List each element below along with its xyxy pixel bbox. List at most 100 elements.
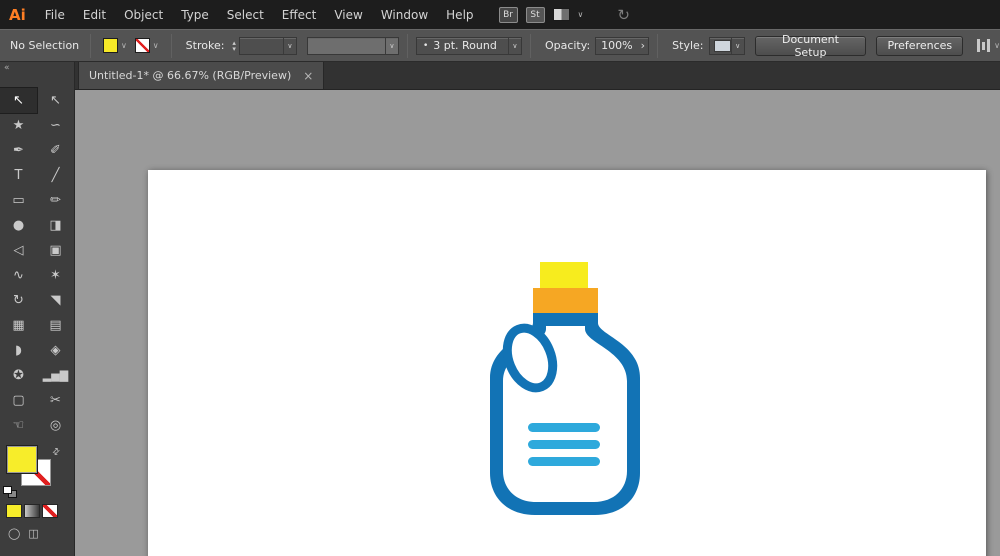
bottle-cap[interactable] xyxy=(533,288,598,313)
menu-edit[interactable]: Edit xyxy=(74,0,115,29)
fill-indicator[interactable] xyxy=(7,446,37,473)
stepper-down-icon[interactable]: ▾ xyxy=(232,45,236,52)
chevron-down-icon[interactable]: ∨ xyxy=(153,41,159,50)
reflect-tool[interactable]: ◁ xyxy=(0,238,37,263)
chevron-down-icon[interactable]: ∨ xyxy=(578,10,584,19)
eyedropper-tool[interactable]: ◗ xyxy=(0,338,37,363)
hand-tool[interactable]: ☜ xyxy=(0,413,37,438)
label-stripe[interactable] xyxy=(528,423,600,432)
align-options-control[interactable]: ∨ xyxy=(977,39,1000,52)
rectangle-tool[interactable]: ▭ xyxy=(0,188,37,213)
eraser-tool[interactable]: ◨ xyxy=(37,213,74,238)
selection-tool[interactable]: ↖ xyxy=(0,87,38,114)
mesh-tool[interactable]: ▦ xyxy=(0,313,37,338)
zoom-tool[interactable]: ◎ xyxy=(37,413,74,438)
artboard[interactable] xyxy=(148,170,986,556)
fill-color-control[interactable]: ∨ xyxy=(102,38,127,53)
opacity-value[interactable]: 100% xyxy=(596,39,637,52)
divider xyxy=(529,33,531,58)
menu-object[interactable]: Object xyxy=(115,0,172,29)
chevron-down-icon[interactable]: ∨ xyxy=(507,37,521,54)
divider xyxy=(89,33,91,58)
stroke-color-swatch[interactable] xyxy=(134,38,150,53)
preferences-button[interactable]: Preferences xyxy=(876,35,964,56)
width-profile-dropdown[interactable]: ∨ xyxy=(306,36,399,55)
document-tab[interactable]: Untitled-1* @ 66.67% (RGB/Preview) × xyxy=(78,62,325,89)
stroke-color-control[interactable]: ∨ xyxy=(134,38,159,53)
chevron-down-icon[interactable]: ∨ xyxy=(994,41,1000,50)
menu-help[interactable]: Help xyxy=(437,0,482,29)
scale-tool[interactable]: ◥ xyxy=(37,288,74,313)
draw-normal-icon[interactable]: ◯ xyxy=(8,527,20,540)
control-bar: No Selection ∨ ∨ Stroke: ▴ ▾ ∨ ∨ • 3 pt.… xyxy=(0,29,1000,62)
artboard-tool[interactable]: ▢ xyxy=(0,388,37,413)
blend-tool[interactable]: ◈ xyxy=(37,338,74,363)
draw-behind-icon[interactable]: ◫ xyxy=(28,527,38,540)
slice-tool[interactable]: ✂ xyxy=(37,388,74,413)
paintbrush-tool[interactable]: ✐ xyxy=(37,138,74,163)
arrange-documents-icon[interactable] xyxy=(552,8,570,21)
align-options-icon[interactable] xyxy=(977,39,991,52)
label-stripe[interactable] xyxy=(528,440,600,449)
opacity-arrow-icon[interactable]: › xyxy=(638,38,649,54)
brush-definition-dropdown[interactable]: • 3 pt. Round ∨ xyxy=(415,36,522,55)
menu-view[interactable]: View xyxy=(325,0,371,29)
label-stripe[interactable] xyxy=(528,457,600,466)
shape-builder-tool[interactable]: ✶ xyxy=(37,263,74,288)
menu-file[interactable]: File xyxy=(36,0,74,29)
bridge-button[interactable]: Br xyxy=(498,6,518,23)
menu-effect[interactable]: Effect xyxy=(273,0,326,29)
chevron-down-icon[interactable]: ∨ xyxy=(121,41,127,50)
fill-color-swatch[interactable] xyxy=(102,38,118,53)
menu-window[interactable]: Window xyxy=(372,0,437,29)
style-swatch xyxy=(713,39,731,52)
menu-type[interactable]: Type xyxy=(172,0,218,29)
symbol-sprayer-tool[interactable]: ✪ xyxy=(0,363,37,388)
rotate-tool[interactable]: ↻ xyxy=(0,288,37,313)
opacity-input[interactable]: 100% › xyxy=(595,36,650,55)
chevron-down-icon[interactable]: ∨ xyxy=(384,37,398,54)
gradient-button[interactable] xyxy=(24,504,40,518)
stroke-weight-dropdown[interactable]: ∨ xyxy=(238,36,297,55)
canvas[interactable] xyxy=(75,90,1000,556)
opacity-label[interactable]: Opacity: xyxy=(545,39,590,52)
color-mode-buttons xyxy=(6,504,74,518)
document-setup-button[interactable]: Document Setup xyxy=(754,33,867,59)
swap-fill-stroke-icon[interactable]: ⇄ xyxy=(51,446,63,458)
width-tool[interactable]: ∿ xyxy=(0,263,37,288)
type-tool[interactable]: T xyxy=(0,163,37,188)
direct-selection-tool[interactable]: ↖ xyxy=(37,88,74,113)
stroke-weight-stepper[interactable]: ▴ ▾ xyxy=(232,39,236,52)
chevron-down-icon[interactable]: ∨ xyxy=(282,37,296,54)
menu-bar: Ai File Edit Object Type Select Effect V… xyxy=(0,0,1000,29)
column-graph-tool[interactable]: ▂▅▇ xyxy=(37,363,74,388)
collapse-panel-button[interactable]: « xyxy=(4,63,10,73)
app-logo: Ai xyxy=(9,5,26,24)
drawing-mode-buttons: ◯ ◫ xyxy=(8,527,74,540)
menu-select[interactable]: Select xyxy=(218,0,273,29)
fill-stroke-indicator: ⇄ xyxy=(0,446,74,500)
free-transform-tool[interactable]: ▣ xyxy=(37,238,74,263)
stock-button[interactable]: St xyxy=(525,6,545,23)
line-segment-tool[interactable]: ╱ xyxy=(37,163,74,188)
none-button[interactable] xyxy=(42,504,58,518)
bottle-cap-top[interactable] xyxy=(540,262,588,289)
chevron-down-icon[interactable]: ∨ xyxy=(730,37,744,54)
default-fill-stroke-icon[interactable] xyxy=(3,486,18,499)
color-button[interactable] xyxy=(6,504,22,518)
pen-tool[interactable]: ✒ xyxy=(0,138,37,163)
tab-bar: Untitled-1* @ 66.67% (RGB/Preview) × xyxy=(75,62,1000,90)
brush-definition-value: 3 pt. Round xyxy=(433,39,497,52)
pencil-tool[interactable]: ✏ xyxy=(37,188,74,213)
close-icon[interactable]: × xyxy=(303,69,313,83)
sync-icon[interactable]: ↻ xyxy=(617,6,630,24)
blob-brush-tool[interactable]: ● xyxy=(0,213,37,238)
bottle-artwork[interactable] xyxy=(485,255,655,525)
style-dropdown[interactable]: ∨ xyxy=(708,36,745,55)
brush-dot-icon: • xyxy=(422,40,429,51)
stroke-label: Stroke: xyxy=(185,39,225,52)
document-tab-title: Untitled-1* @ 66.67% (RGB/Preview) xyxy=(89,69,292,82)
lasso-tool[interactable]: ∽ xyxy=(37,113,74,138)
magic-wand-tool[interactable]: ★ xyxy=(0,113,37,138)
gradient-tool[interactable]: ▤ xyxy=(37,313,74,338)
